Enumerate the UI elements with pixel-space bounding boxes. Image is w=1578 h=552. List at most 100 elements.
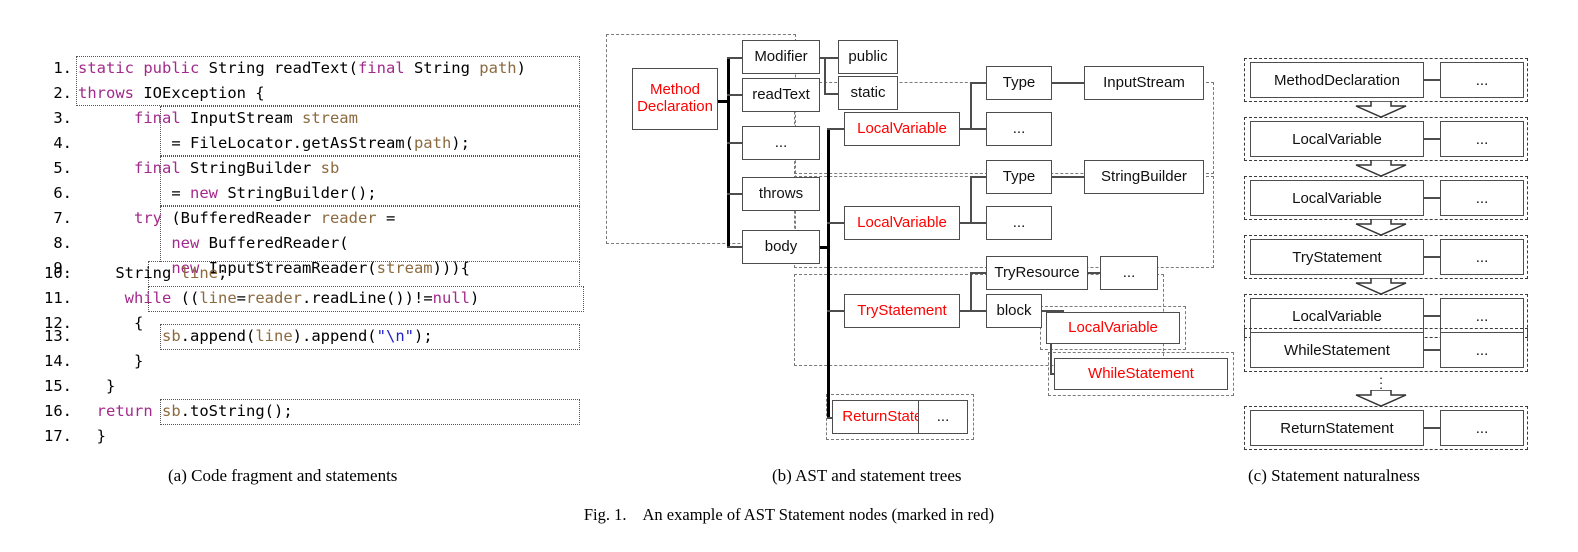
line-number: 10. <box>44 264 72 282</box>
c-node-label: WhileStatement <box>1284 341 1390 359</box>
node-label: ... <box>1012 120 1026 138</box>
c-node-label: ... <box>1475 307 1489 325</box>
c-node-label: LocalVariable <box>1292 130 1382 148</box>
c-node-label: MethodDeclaration <box>1274 71 1400 89</box>
kw-final: final <box>357 59 414 77</box>
node-label: InputStream <box>1103 74 1185 92</box>
node-label: TryResource <box>994 264 1080 282</box>
line-number: 16. <box>44 402 72 420</box>
c-node-label: TryStatement <box>1292 248 1382 266</box>
node-block[interactable]: block <box>986 294 1042 328</box>
code-line: new BufferedReader( <box>171 234 349 252</box>
kw-return: return <box>96 402 162 420</box>
kw-static: static public <box>78 59 209 77</box>
node-label: body <box>764 238 798 256</box>
ident-stream: stream <box>376 259 433 277</box>
node-label: StringBuilder <box>1101 168 1187 186</box>
edge-trunk-ellipsis <box>727 142 743 144</box>
c-node-label: ... <box>1475 71 1489 89</box>
line-number: 15. <box>44 377 72 395</box>
node-static[interactable]: static <box>838 76 898 110</box>
c-node-detail[interactable]: ... <box>1440 410 1524 446</box>
c-node-while-statement[interactable]: WhileStatement <box>1250 332 1424 368</box>
edge-trunk-body <box>727 246 743 248</box>
node-ellipsis-md[interactable]: ... <box>742 126 820 160</box>
node-ellipsis-tryresource[interactable]: ... <box>1100 256 1158 290</box>
c-node-return-statement[interactable]: ReturnStatement <box>1250 410 1424 446</box>
edge-trunk-localvar1 <box>827 128 845 130</box>
line-number: 3. <box>53 109 72 127</box>
c-node-local-variable[interactable]: LocalVariable <box>1250 121 1424 157</box>
node-string-builder[interactable]: StringBuilder <box>1084 160 1204 194</box>
c-node-detail[interactable]: ... <box>1440 62 1524 98</box>
c-node-label: ... <box>1475 130 1489 148</box>
c-node-try-statement[interactable]: TryStatement <box>1250 239 1424 275</box>
ident-line: line <box>180 264 218 282</box>
line-number: 8. <box>53 234 72 252</box>
node-type-2[interactable]: Type <box>986 160 1052 194</box>
node-while-statement[interactable]: WhileStatement <box>1054 358 1228 390</box>
line-number: 14. <box>44 352 72 370</box>
code-line: } <box>78 377 116 395</box>
edge-body-trunk <box>827 128 830 418</box>
node-label: LocalVariable <box>857 214 947 232</box>
code-line: final StringBuilder sb <box>134 159 340 177</box>
edge-lv2-split-v <box>970 176 972 224</box>
node-label: Type <box>1002 168 1036 186</box>
type-string: String readText( <box>208 59 358 77</box>
c-node-method-declaration[interactable]: MethodDeclaration <box>1250 62 1424 98</box>
ident-line: line <box>199 289 237 307</box>
edge-md-trunk <box>727 58 730 248</box>
line-number: 13. <box>44 327 72 345</box>
node-body[interactable]: body <box>742 230 820 264</box>
kw-final: final <box>134 109 190 127</box>
node-local-variable-2[interactable]: LocalVariable <box>844 206 960 240</box>
node-ellipsis-lv1[interactable]: ... <box>986 112 1052 146</box>
line-number: 1. <box>53 59 72 77</box>
node-modifier[interactable]: Modifier <box>742 40 820 74</box>
subcaption-c: (c) Statement naturalness <box>1248 466 1420 485</box>
c-node-label: ... <box>1475 248 1489 266</box>
c-node-detail[interactable]: ... <box>1440 332 1524 368</box>
c-node-detail[interactable]: ... <box>1440 180 1524 216</box>
line-number: 17. <box>44 427 72 445</box>
node-throws[interactable]: throws <box>742 177 820 211</box>
node-ellipsis-lv2[interactable]: ... <box>986 206 1052 240</box>
node-label: ... <box>936 408 950 426</box>
node-label-line1: Method <box>649 81 701 99</box>
c-node-detail[interactable]: ... <box>1440 239 1524 275</box>
code-line: } <box>78 352 144 370</box>
kw-while: while <box>124 289 181 307</box>
node-try-statement[interactable]: TryStatement <box>844 294 960 328</box>
node-local-variable-3[interactable]: LocalVariable <box>1046 312 1180 344</box>
node-label: public <box>848 48 888 66</box>
string-literal-newline: "\n" <box>376 327 414 345</box>
kw-throws: throws <box>78 84 144 102</box>
node-type-1[interactable]: Type <box>986 66 1052 100</box>
node-try-resource[interactable]: TryResource <box>986 256 1088 290</box>
edge-md-to-trunk <box>716 100 730 103</box>
edge-trunk-trystatement <box>827 310 845 312</box>
edge-type2-stringbuilder <box>1050 176 1086 178</box>
panel-ast-statement-trees: Method Declaration Modifier public stati… <box>598 0 1234 450</box>
node-ellipsis-return[interactable]: ... <box>918 400 968 434</box>
node-local-variable-1[interactable]: LocalVariable <box>844 112 960 146</box>
node-input-stream[interactable]: InputStream <box>1084 66 1204 100</box>
line-number: 4. <box>53 134 72 152</box>
c-node-local-variable[interactable]: LocalVariable <box>1250 180 1424 216</box>
node-label: Type <box>1002 74 1036 92</box>
node-readtext[interactable]: readText <box>742 78 820 112</box>
line-number: 2. <box>53 84 72 102</box>
c-node-detail[interactable]: ... <box>1440 121 1524 157</box>
code-line: final InputStream stream <box>134 109 358 127</box>
node-public[interactable]: public <box>838 40 898 74</box>
line-number: 6. <box>53 184 72 202</box>
node-label: static <box>850 84 886 102</box>
code-line: } <box>78 427 106 445</box>
panel-code-fragment: 1. 2. 3. 4. 5. 6. 7. 8. 9. 10. 11. 12. 1… <box>0 0 600 450</box>
figure-caption: Fig. 1. An example of AST Statement nodes… <box>0 505 1578 525</box>
node-method-declaration[interactable]: Method Declaration <box>632 68 718 130</box>
c-node-label: ... <box>1475 419 1489 437</box>
edge-modifier-public <box>824 57 838 59</box>
edge-trunk-throws <box>727 193 743 195</box>
